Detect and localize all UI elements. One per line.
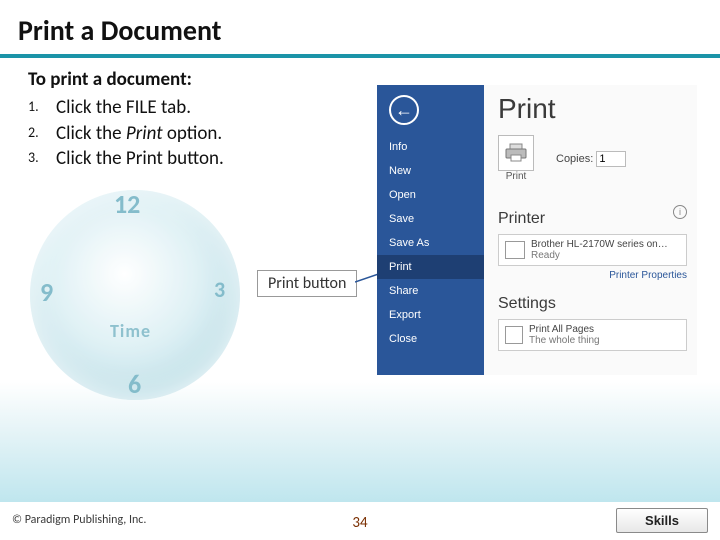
printer-icon: [505, 143, 527, 163]
printer-properties-link[interactable]: Printer Properties: [498, 270, 687, 281]
back-icon[interactable]: ←: [389, 95, 419, 125]
clock-9: 9: [40, 276, 53, 308]
print-button[interactable]: [498, 135, 534, 171]
step-1: 1. Click the FILE tab.: [28, 95, 368, 121]
skills-button[interactable]: Skills: [616, 508, 708, 533]
step-text: Click the Print option.: [56, 121, 222, 147]
print-range-selector[interactable]: Print All Pages The whole thing: [498, 319, 687, 351]
copyright: © Paradigm Publishing, Inc.: [12, 513, 146, 527]
setting-title: Print All Pages: [529, 324, 600, 335]
nav-save[interactable]: Save: [377, 207, 484, 231]
clock-12: 12: [114, 188, 140, 220]
device-status: Ready: [531, 250, 668, 261]
clock-6: 6: [128, 368, 141, 400]
settings-section-heading: Settings: [498, 295, 687, 313]
nav-save-as[interactable]: Save As: [377, 231, 484, 255]
copies-label: Copies:: [556, 153, 593, 165]
step-3: 3. Click the Print button.: [28, 146, 368, 172]
print-heading: Print: [498, 93, 687, 125]
nav-close[interactable]: Close: [377, 327, 484, 351]
clock-label: Time: [110, 320, 151, 342]
setting-sub: The whole thing: [529, 335, 600, 346]
page-number: 34: [352, 514, 367, 532]
nav-info[interactable]: Info: [377, 135, 484, 159]
info-icon[interactable]: i: [673, 205, 687, 219]
step-num: 2.: [28, 121, 56, 147]
pages-icon: [505, 326, 523, 344]
step-num: 1.: [28, 95, 56, 121]
print-pane: Print Print Copies: Printer i: [484, 85, 697, 375]
callout-print-button: Print button: [257, 270, 357, 297]
print-button-label: Print: [498, 171, 534, 182]
file-menu-pane: ← Info New Open Save Save As Print Share…: [377, 85, 484, 375]
device-icon: [505, 241, 525, 259]
printer-section-heading: Printer: [498, 210, 545, 228]
nav-new[interactable]: New: [377, 159, 484, 183]
copies-input[interactable]: [596, 151, 626, 167]
step-num: 3.: [28, 146, 56, 172]
word-print-screenshot: ← Info New Open Save Save As Print Share…: [377, 85, 697, 375]
step-text: Click the FILE tab.: [56, 95, 191, 121]
nav-print[interactable]: Print: [377, 255, 484, 279]
nav-open[interactable]: Open: [377, 183, 484, 207]
title-band: Print a Document: [0, 0, 720, 58]
clock-3: 3: [214, 276, 225, 303]
instructions: To print a document: 1. Click the FILE t…: [28, 68, 368, 172]
nav-export[interactable]: Export: [377, 303, 484, 327]
step-text: Click the Print button.: [56, 146, 224, 172]
nav-share[interactable]: Share: [377, 279, 484, 303]
device-name: Brother HL-2170W series on…: [531, 239, 668, 250]
decorative-clock: 12 3 6 9 Time: [0, 180, 370, 440]
page-title: Print a Document: [18, 13, 221, 48]
lead-text: To print a document:: [28, 68, 368, 91]
printer-selector[interactable]: Brother HL-2170W series on… Ready: [498, 234, 687, 266]
step-2: 2. Click the Print option.: [28, 121, 368, 147]
